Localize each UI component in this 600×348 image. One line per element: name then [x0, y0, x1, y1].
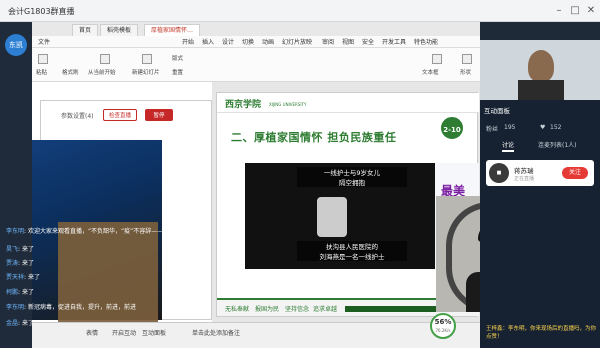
chat-message: 柯鹏: 来了 [6, 289, 34, 296]
chat-message: 昊飞: 来了 [6, 246, 34, 253]
tab-viewers[interactable]: 连麦列表(1人) [538, 140, 577, 149]
close-icon[interactable]: ✕ [584, 4, 598, 18]
maximize-icon[interactable]: □ [568, 4, 582, 18]
menu-slideshow[interactable]: 幻灯片放映 [282, 37, 312, 46]
slide-video: 一线护士与9岁女儿 隔空拥抱 扶沟县人民医院的 刘海燕是一名一线护士 [245, 163, 435, 269]
new-slide-label[interactable]: 新建幻灯片 [132, 68, 160, 76]
menu-devtools[interactable]: 开发工具 [382, 37, 406, 46]
play-icon[interactable] [100, 54, 110, 64]
follow-button[interactable]: 关注 [562, 167, 588, 179]
paste-label: 粘贴 [36, 70, 48, 76]
tab-discussion[interactable]: 讨论 [502, 140, 514, 149]
chat-message: 金晶: 来了 [6, 320, 34, 327]
webcam-top [480, 40, 600, 100]
tab-underline [502, 150, 514, 152]
format-painter-label[interactable]: 格式刷 [62, 68, 79, 76]
textbox-icon[interactable] [432, 54, 442, 64]
chat-message: 李东明: 欢迎大家来观看直播，“不负韶华，“疫”不容辞——大学生的担当” [6, 228, 203, 235]
slide-title: 二、厚植家国情怀 担负民族重任 [231, 131, 397, 144]
pause-button[interactable]: 暂停 [145, 109, 173, 121]
panel-button[interactable]: 互动面板 [142, 328, 166, 337]
menu-file[interactable]: 文件 [38, 37, 50, 46]
left-sidebar [0, 22, 32, 348]
panel-message: 王梓鑫：李东明，你来现场后的直播吗，为你点赞！ [486, 326, 597, 340]
emoji-button[interactable]: 表情 [86, 328, 98, 337]
host-card: ■ 蒋苏瑞 正在直播 关注 [486, 160, 594, 186]
paste-icon[interactable] [38, 54, 48, 64]
university-logo: 西京学院 [225, 100, 262, 110]
chat-message: 贾天祥: 来了 [6, 274, 40, 281]
menu-animation[interactable]: 动画 [262, 37, 274, 46]
menu-start[interactable]: 开始 [182, 37, 194, 46]
gauge-value: 56% [434, 318, 452, 326]
chat-message: 李东明: 新冠病毒，促进自我，提升，前进，前进 [6, 304, 136, 311]
heart-icon: ♥ [540, 124, 546, 131]
host-avatar: ■ [489, 163, 509, 183]
gauge-sub: 76.2K/s [435, 328, 451, 333]
university-logo-sub: XIJING UNIVERSITY [269, 102, 307, 107]
nurse-figure [317, 197, 347, 237]
footer-item: 坚持信念 [285, 306, 310, 313]
from-current-label[interactable]: 从当前开始 [88, 68, 116, 76]
new-slide-icon[interactable] [142, 54, 152, 64]
settings-label: 参数设置(4) [61, 113, 94, 120]
window-title: 会计G1803群直播 [8, 7, 75, 16]
menu-insert[interactable]: 插入 [202, 37, 214, 46]
menu-features[interactable]: 特色功能 [414, 37, 438, 46]
interaction-panel: 互动面板 粉丝 195 ♥ 152 讨论 连麦列表(1人) ■ 蒋苏瑞 正在直播… [480, 100, 600, 348]
minimize-icon[interactable]: – [552, 4, 566, 18]
status-bar: 表情 开启互动 互动面板 单击此处添加备注 [32, 322, 480, 348]
footer-item: 追求卓越 [313, 306, 338, 313]
menu-review[interactable]: 审阅 [322, 37, 334, 46]
person-body [518, 80, 564, 100]
check-live-button[interactable]: 检查直播 [103, 109, 137, 121]
viewers-count: 195 [504, 124, 516, 131]
chat-message: 贾涛: 来了 [6, 260, 34, 267]
host-status: 正在直播 [514, 176, 535, 182]
menu-transition[interactable]: 切换 [242, 37, 254, 46]
textbox-label[interactable]: 文本框 [422, 68, 439, 76]
ribbon-toolbar: 粘贴 格式刷 从当前开始 新建幻灯片 版式 重置 文本框 形状 [32, 48, 480, 82]
slide-badge: 2-10 [439, 115, 465, 141]
reset-label[interactable]: 重置 [172, 68, 183, 76]
interact-button[interactable]: 开启互动 [112, 328, 136, 337]
tab-home[interactable]: 首页 [72, 24, 99, 36]
menu-security[interactable]: 安全 [362, 37, 374, 46]
layout-label[interactable]: 版式 [172, 54, 183, 62]
menu-design[interactable]: 设计 [222, 37, 234, 46]
likes-count: 152 [550, 124, 562, 131]
tab-document[interactable]: 厚植家国情怀… [144, 24, 201, 36]
shape-icon[interactable] [462, 54, 472, 64]
panel-title: 互动面板 [484, 107, 510, 115]
host-name: 蒋苏瑞 [514, 167, 534, 175]
notes-placeholder[interactable]: 单击此处添加备注 [192, 328, 240, 337]
shape-label[interactable]: 形状 [460, 68, 471, 76]
title-bar: 会计G1803群直播 – □ ✕ [0, 0, 600, 22]
slide-header: 西京学院 XIJING UNIVERSITY [217, 93, 479, 113]
caption-top: 一线护士与9岁女儿 隔空拥抱 [297, 167, 407, 187]
menu-view[interactable]: 视图 [342, 37, 354, 46]
footer-item: 报国为民 [255, 306, 280, 313]
viewers-label: 粉丝 [486, 126, 499, 133]
footer-item: 无私奉献 [225, 306, 250, 313]
avatar[interactable]: 东凯 [5, 34, 27, 56]
ppt-tab-bar: 首页 稻壳模板 厚植家国情怀… [32, 22, 480, 36]
network-gauge: 56% 76.2K/s [430, 313, 456, 339]
caption-bottom: 扶沟县人民医院的 刘海燕是一名一线护士 [297, 241, 407, 261]
ppt-menu-bar: 文件 开始 插入 设计 切换 动画 幻灯片放映 审阅 视图 安全 开发工具 特色… [32, 36, 480, 48]
person-figure [528, 50, 554, 82]
tab-templates[interactable]: 稻壳模板 [100, 24, 139, 36]
